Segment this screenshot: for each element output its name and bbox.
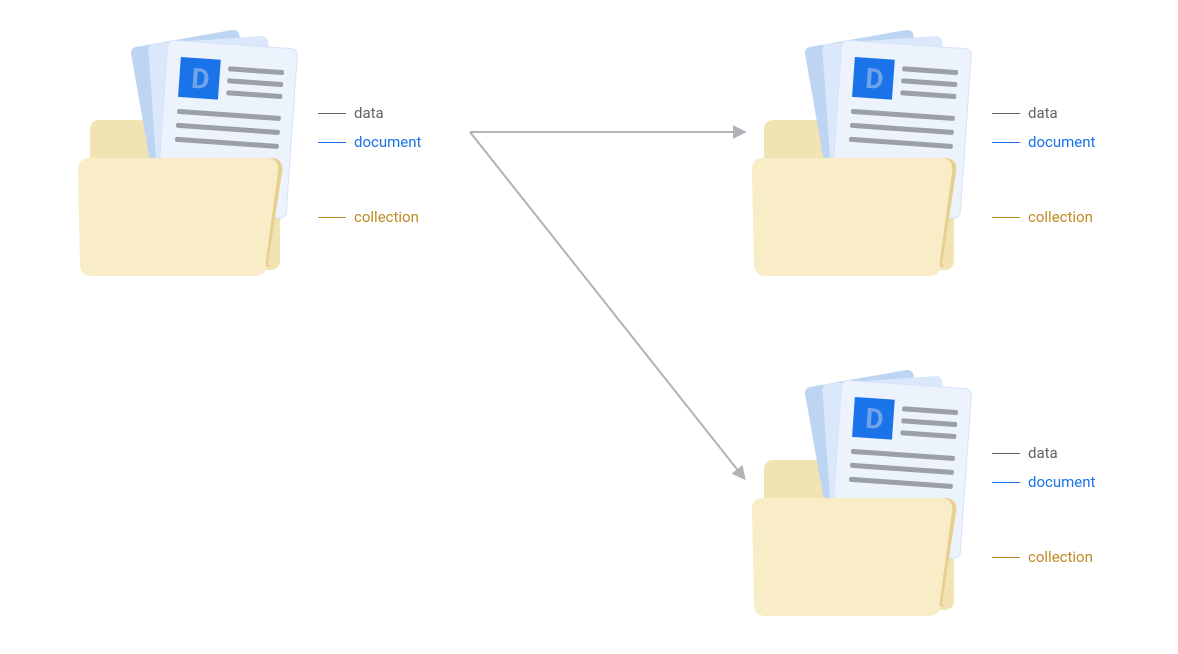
diagram-canvas: D data document collection <box>0 0 1178 654</box>
collection-node-left: D data document collection <box>70 30 490 290</box>
folder-icon: D <box>70 30 330 290</box>
svg-text:D: D <box>190 62 210 96</box>
label-collection: collection <box>992 210 1095 225</box>
collection-node-top-right: D data document collection <box>744 30 1164 290</box>
svg-text:D: D <box>864 62 884 96</box>
label-document: document <box>992 135 1095 150</box>
label-collection: collection <box>318 210 421 225</box>
label-group: data document collection <box>992 106 1095 239</box>
label-data: data <box>318 106 421 121</box>
folder-icon: D <box>744 370 1004 630</box>
label-document: document <box>992 475 1095 490</box>
folder-icon: D <box>744 30 1004 290</box>
svg-text:D: D <box>864 402 884 436</box>
label-collection: collection <box>992 550 1095 565</box>
label-document: document <box>318 135 421 150</box>
label-data: data <box>992 446 1095 461</box>
label-data: data <box>992 106 1095 121</box>
label-group: data document collection <box>992 446 1095 579</box>
collection-node-bottom-right: D data document collection <box>744 370 1164 630</box>
label-group: data document collection <box>318 106 421 239</box>
